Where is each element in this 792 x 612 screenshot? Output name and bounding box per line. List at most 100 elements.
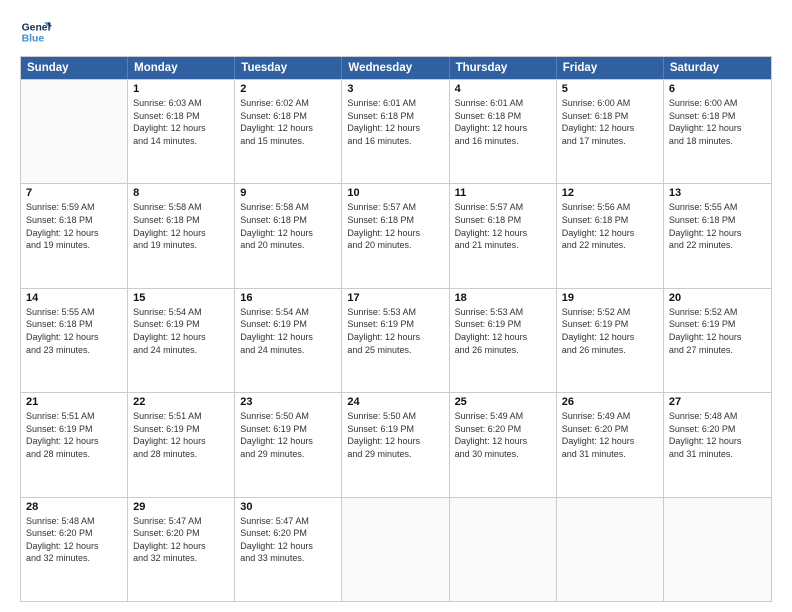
cell-info: Sunrise: 5:59 AM Sunset: 6:18 PM Dayligh… [26, 201, 122, 251]
page: General Blue SundayMondayTuesdayWednesda… [0, 0, 792, 612]
weekday-header: Friday [557, 57, 664, 79]
calendar-cell: 26 Sunrise: 5:49 AM Sunset: 6:20 PM Dayli… [557, 393, 664, 496]
calendar-cell [21, 80, 128, 183]
day-number: 16 [240, 292, 336, 304]
day-number: 8 [133, 187, 229, 199]
day-number: 18 [455, 292, 551, 304]
cell-info: Sunrise: 5:52 AM Sunset: 6:19 PM Dayligh… [562, 306, 658, 356]
day-number: 1 [133, 83, 229, 95]
day-number: 12 [562, 187, 658, 199]
calendar-cell: 13 Sunrise: 5:55 AM Sunset: 6:18 PM Dayli… [664, 184, 771, 287]
cell-info: Sunrise: 5:49 AM Sunset: 6:20 PM Dayligh… [562, 410, 658, 460]
calendar-week: 1 Sunrise: 6:03 AM Sunset: 6:18 PM Daylig… [21, 79, 771, 183]
day-number: 27 [669, 396, 766, 408]
weekday-header: Sunday [21, 57, 128, 79]
day-number: 5 [562, 83, 658, 95]
calendar-cell: 23 Sunrise: 5:50 AM Sunset: 6:19 PM Dayli… [235, 393, 342, 496]
day-number: 24 [347, 396, 443, 408]
day-number: 25 [455, 396, 551, 408]
cell-info: Sunrise: 6:03 AM Sunset: 6:18 PM Dayligh… [133, 97, 229, 147]
cell-info: Sunrise: 5:58 AM Sunset: 6:18 PM Dayligh… [240, 201, 336, 251]
calendar-cell: 27 Sunrise: 5:48 AM Sunset: 6:20 PM Dayli… [664, 393, 771, 496]
calendar-cell [342, 498, 449, 601]
cell-info: Sunrise: 5:55 AM Sunset: 6:18 PM Dayligh… [669, 201, 766, 251]
calendar-week: 28Sunrise: 5:48 AM Sunset: 6:20 PM Dayli… [21, 497, 771, 601]
cell-info: Sunrise: 5:56 AM Sunset: 6:18 PM Dayligh… [562, 201, 658, 251]
weekday-header: Thursday [450, 57, 557, 79]
day-number: 17 [347, 292, 443, 304]
calendar-cell [557, 498, 664, 601]
calendar-cell: 20 Sunrise: 5:52 AM Sunset: 6:19 PM Dayli… [664, 289, 771, 392]
calendar-cell: 24 Sunrise: 5:50 AM Sunset: 6:19 PM Dayli… [342, 393, 449, 496]
calendar-body: 1 Sunrise: 6:03 AM Sunset: 6:18 PM Daylig… [21, 79, 771, 601]
cell-info: Sunrise: 5:55 AM Sunset: 6:18 PM Dayligh… [26, 306, 122, 356]
logo: General Blue [20, 16, 56, 48]
cell-info: Sunrise: 5:47 AM Sunset: 6:20 PM Dayligh… [240, 515, 336, 565]
day-number: 15 [133, 292, 229, 304]
day-number: 10 [347, 187, 443, 199]
day-number: 28 [26, 501, 122, 513]
calendar-cell: 29Sunrise: 5:47 AM Sunset: 6:20 PM Dayli… [128, 498, 235, 601]
calendar-cell: 8Sunrise: 5:58 AM Sunset: 6:18 PM Daylig… [128, 184, 235, 287]
calendar-cell: 12 Sunrise: 5:56 AM Sunset: 6:18 PM Dayli… [557, 184, 664, 287]
calendar-cell: 2Sunrise: 6:02 AM Sunset: 6:18 PM Daylig… [235, 80, 342, 183]
weekday-header: Saturday [664, 57, 771, 79]
day-number: 26 [562, 396, 658, 408]
day-number: 9 [240, 187, 336, 199]
cell-info: Sunrise: 5:53 AM Sunset: 6:19 PM Dayligh… [347, 306, 443, 356]
calendar-cell: 21 Sunrise: 5:51 AM Sunset: 6:19 PM Dayli… [21, 393, 128, 496]
day-number: 20 [669, 292, 766, 304]
day-number: 14 [26, 292, 122, 304]
calendar-cell: 4 Sunrise: 6:01 AM Sunset: 6:18 PM Daylig… [450, 80, 557, 183]
weekday-header: Monday [128, 57, 235, 79]
cell-info: Sunrise: 6:00 AM Sunset: 6:18 PM Dayligh… [669, 97, 766, 147]
cell-info: Sunrise: 5:50 AM Sunset: 6:19 PM Dayligh… [347, 410, 443, 460]
calendar-cell: 16 Sunrise: 5:54 AM Sunset: 6:19 PM Dayli… [235, 289, 342, 392]
cell-info: Sunrise: 6:00 AM Sunset: 6:18 PM Dayligh… [562, 97, 658, 147]
cell-info: Sunrise: 5:52 AM Sunset: 6:19 PM Dayligh… [669, 306, 766, 356]
calendar-cell [450, 498, 557, 601]
calendar-cell: 18 Sunrise: 5:53 AM Sunset: 6:19 PM Dayli… [450, 289, 557, 392]
calendar-week: 21 Sunrise: 5:51 AM Sunset: 6:19 PM Dayli… [21, 392, 771, 496]
day-number: 4 [455, 83, 551, 95]
calendar-cell: 1 Sunrise: 6:03 AM Sunset: 6:18 PM Daylig… [128, 80, 235, 183]
calendar-cell: 25 Sunrise: 5:49 AM Sunset: 6:20 PM Dayli… [450, 393, 557, 496]
calendar-cell: 14 Sunrise: 5:55 AM Sunset: 6:18 PM Dayli… [21, 289, 128, 392]
cell-info: Sunrise: 6:01 AM Sunset: 6:18 PM Dayligh… [455, 97, 551, 147]
day-number: 29 [133, 501, 229, 513]
day-number: 19 [562, 292, 658, 304]
day-number: 23 [240, 396, 336, 408]
cell-info: Sunrise: 5:50 AM Sunset: 6:19 PM Dayligh… [240, 410, 336, 460]
calendar-week: 14 Sunrise: 5:55 AM Sunset: 6:18 PM Dayli… [21, 288, 771, 392]
calendar-cell [664, 498, 771, 601]
weekday-header: Wednesday [342, 57, 449, 79]
calendar-cell: 7 Sunrise: 5:59 AM Sunset: 6:18 PM Daylig… [21, 184, 128, 287]
calendar-cell: 19 Sunrise: 5:52 AM Sunset: 6:19 PM Dayli… [557, 289, 664, 392]
day-number: 22 [133, 396, 229, 408]
calendar-cell: 10 Sunrise: 5:57 AM Sunset: 6:18 PM Dayli… [342, 184, 449, 287]
calendar-cell: 28Sunrise: 5:48 AM Sunset: 6:20 PM Dayli… [21, 498, 128, 601]
logo-icon: General Blue [20, 16, 52, 48]
svg-text:Blue: Blue [22, 34, 45, 45]
cell-info: Sunrise: 5:53 AM Sunset: 6:19 PM Dayligh… [455, 306, 551, 356]
cell-info: Sunrise: 5:54 AM Sunset: 6:19 PM Dayligh… [133, 306, 229, 356]
calendar: SundayMondayTuesdayWednesdayThursdayFrid… [20, 56, 772, 602]
weekday-header: Tuesday [235, 57, 342, 79]
cell-info: Sunrise: 6:01 AM Sunset: 6:18 PM Dayligh… [347, 97, 443, 147]
calendar-cell: 15 Sunrise: 5:54 AM Sunset: 6:19 PM Dayli… [128, 289, 235, 392]
day-number: 7 [26, 187, 122, 199]
day-number: 3 [347, 83, 443, 95]
cell-info: Sunrise: 5:54 AM Sunset: 6:19 PM Dayligh… [240, 306, 336, 356]
calendar-cell: 9 Sunrise: 5:58 AM Sunset: 6:18 PM Daylig… [235, 184, 342, 287]
day-number: 6 [669, 83, 766, 95]
calendar-cell: 11Sunrise: 5:57 AM Sunset: 6:18 PM Dayli… [450, 184, 557, 287]
day-number: 21 [26, 396, 122, 408]
calendar-week: 7 Sunrise: 5:59 AM Sunset: 6:18 PM Daylig… [21, 183, 771, 287]
cell-info: Sunrise: 5:57 AM Sunset: 6:18 PM Dayligh… [347, 201, 443, 251]
header: General Blue [20, 16, 772, 48]
cell-info: Sunrise: 5:49 AM Sunset: 6:20 PM Dayligh… [455, 410, 551, 460]
day-number: 13 [669, 187, 766, 199]
cell-info: Sunrise: 5:48 AM Sunset: 6:20 PM Dayligh… [669, 410, 766, 460]
cell-info: Sunrise: 5:51 AM Sunset: 6:19 PM Dayligh… [26, 410, 122, 460]
calendar-cell: 17 Sunrise: 5:53 AM Sunset: 6:19 PM Dayli… [342, 289, 449, 392]
